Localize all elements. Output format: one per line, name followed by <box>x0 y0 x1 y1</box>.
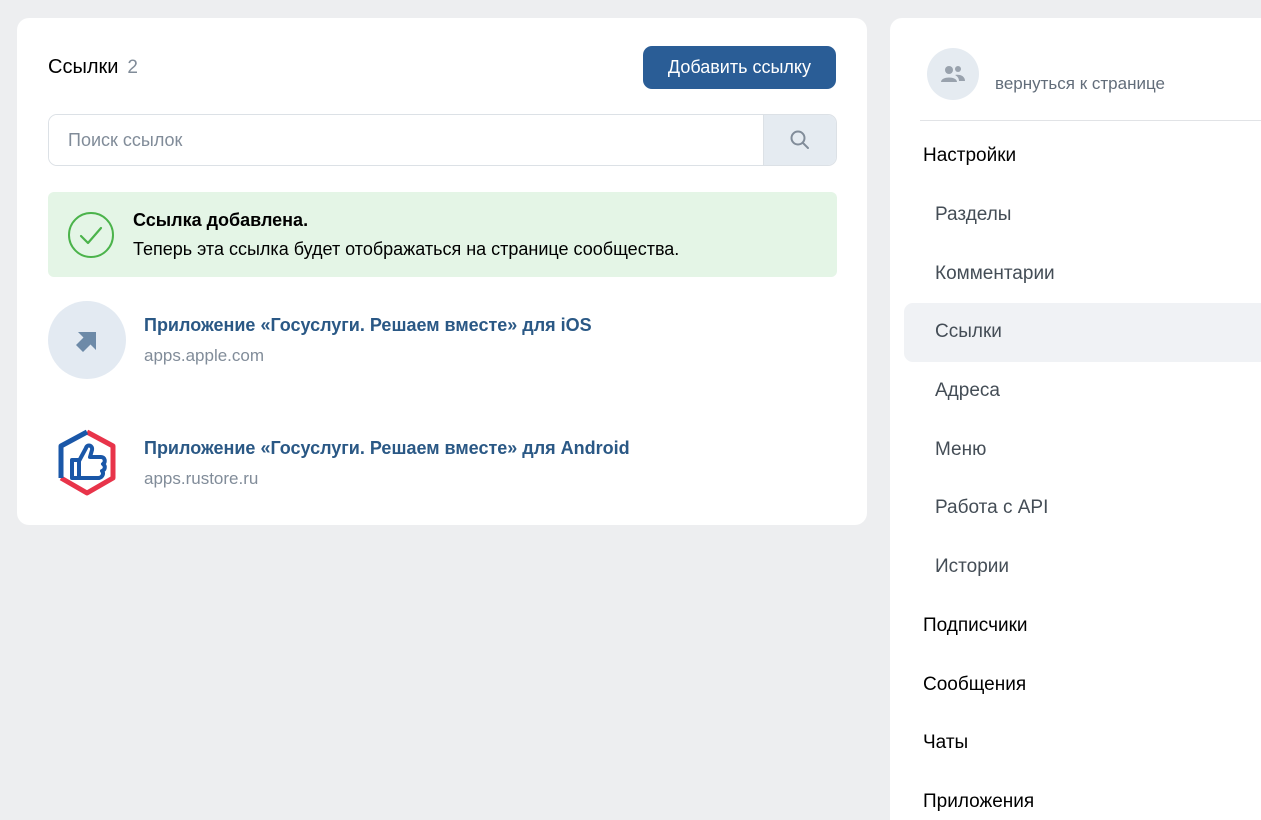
sidebar-menu: Настройки Разделы Комментарии Ссылки Адр… <box>904 127 1261 820</box>
sidebar-item-subscribers[interactable]: Подписчики <box>904 597 1261 656</box>
sidebar-item-apps[interactable]: Приложения <box>904 773 1261 820</box>
links-header: Ссылки 2 Добавить ссылку <box>48 46 836 89</box>
sidebar-item-api[interactable]: Работа с API <box>904 479 1261 538</box>
page-title: Ссылки <box>48 56 119 78</box>
links-count: 2 <box>127 57 138 78</box>
gosuslugi-thumbs-up-logo <box>58 429 116 496</box>
back-to-page-link[interactable]: вернуться к странице <box>927 48 1165 100</box>
sidebar-item-messages[interactable]: Сообщения <box>904 655 1261 714</box>
link-url: apps.apple.com <box>144 345 265 365</box>
success-alert: Ссылка добавлена. Теперь эта ссылка буде… <box>48 192 837 277</box>
search-icon <box>790 130 809 149</box>
settings-sidebar: вернуться к странице Настройки Разделы К… <box>890 18 1261 820</box>
link-info: Приложение «Госуслуги. Решаем вместе» дл… <box>144 315 592 366</box>
back-avatar <box>927 48 979 100</box>
link-title[interactable]: Приложение «Госуслуги. Решаем вместе» дл… <box>144 315 592 336</box>
alert-title: Ссылка добавлена. <box>133 209 309 230</box>
link-url: apps.rustore.ru <box>144 468 259 488</box>
search-input[interactable] <box>49 115 763 165</box>
links-card: Ссылки 2 Добавить ссылку Ссылка добавлен… <box>17 18 867 525</box>
sidebar-divider <box>920 120 1261 121</box>
sidebar-item-sections[interactable]: Разделы <box>904 186 1261 245</box>
community-icon <box>941 66 965 82</box>
alert-message: Теперь эта ссылка будет отображаться на … <box>133 238 680 259</box>
check-circle-icon <box>67 211 114 258</box>
sidebar-item-addresses[interactable]: Адреса <box>904 362 1261 421</box>
links-title-group: Ссылки 2 <box>48 56 138 79</box>
link-info: Приложение «Госуслуги. Решаем вместе» дл… <box>144 438 630 489</box>
link-item[interactable]: Приложение «Госуслуги. Решаем вместе» дл… <box>48 423 837 503</box>
sidebar-item-stories[interactable]: Истории <box>904 538 1261 597</box>
sidebar-item-chats[interactable]: Чаты <box>904 714 1261 773</box>
sidebar-item-menu[interactable]: Меню <box>904 420 1261 479</box>
sidebar-item-comments[interactable]: Комментарии <box>904 244 1261 303</box>
add-link-button[interactable]: Добавить ссылку <box>642 46 836 89</box>
link-thumb <box>48 301 126 379</box>
link-item[interactable]: Приложение «Госуслуги. Решаем вместе» дл… <box>48 300 837 380</box>
link-title[interactable]: Приложение «Госуслуги. Решаем вместе» дл… <box>144 438 630 459</box>
search-bar <box>48 114 837 166</box>
share-arrow-icon <box>76 332 96 352</box>
alert-icon-wrap <box>48 210 133 260</box>
sidebar-item-settings[interactable]: Настройки <box>904 127 1261 186</box>
alert-text: Ссылка добавлена. Теперь эта ссылка буде… <box>133 206 679 264</box>
sidebar-item-links[interactable]: Ссылки <box>904 303 1261 362</box>
link-thumb <box>48 424 126 502</box>
back-label: вернуться к странице <box>995 74 1165 93</box>
search-button[interactable] <box>763 115 836 165</box>
